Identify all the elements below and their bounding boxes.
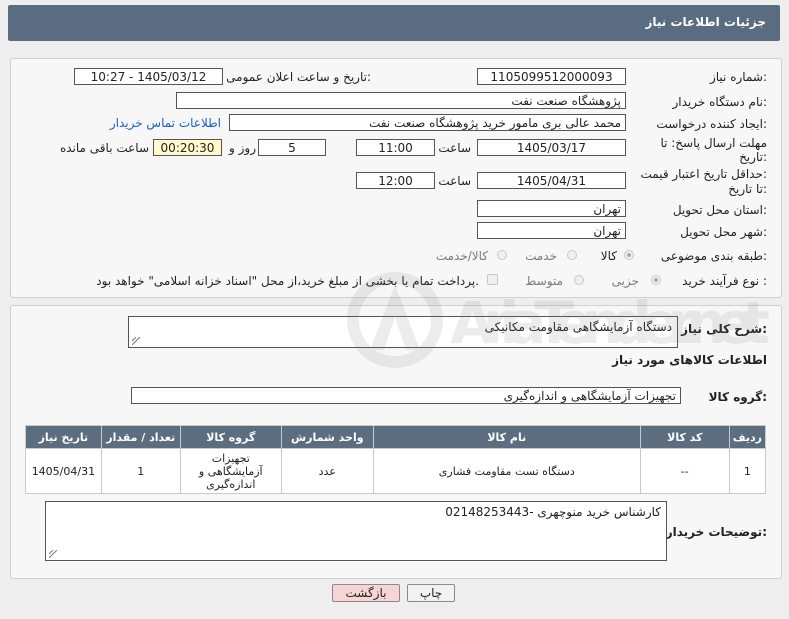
category-radio-goods[interactable] [624,250,634,260]
purchase-option-medium: متوسط [525,274,563,288]
need-number-label: شماره نیاز: [709,70,767,84]
validity-date-field: 1405/04/31 [477,172,626,189]
validity-time-label: ساعت [438,174,471,188]
category-radio-goods-service[interactable] [497,250,507,260]
validity-label: حداقل تاریخ اعتبار قیمت: [640,167,767,181]
days-field: 5 [258,139,326,156]
cell-unit: عدد [280,448,374,494]
page-title: جزئیات اطلاعات نیاز [645,15,766,29]
announce-datetime-label: تاریخ و ساعت اعلان عمومی: [226,70,371,84]
province-field: تهران [477,200,626,217]
validity-label-date: تا تاریخ: [728,182,767,196]
goods-group-label: گروه کالا: [708,390,767,404]
col-header-row: ردیف [728,425,767,449]
cell-name: دستگاه تست مقاومت فشاری [372,448,641,494]
treasury-note: پرداخت تمام یا بخشی از مبلغ خرید،از محل … [96,274,479,288]
deadline-time-field: 11:00 [356,139,435,156]
col-header-group: گروه کالا [179,425,282,449]
city-label: شهر محل تحویل: [680,225,767,239]
deadline-label-date: تاریخ: [739,150,767,164]
buyer-notes-textarea: کارشناس خرید منوچهری -02148253443 [45,501,667,561]
col-header-date: تاریخ نیاز [25,425,102,449]
purchase-radio-minor[interactable] [651,275,661,285]
purchase-radio-medium[interactable] [574,275,584,285]
page-header: جزئیات اطلاعات نیاز [8,5,780,41]
deadline-label: مهلت ارسال پاسخ: تا [660,136,767,150]
table-header-row: ردیف کد کالا نام کالا واحد شمارش گروه کا… [25,425,767,449]
goods-group-field: تجهیزات آزمایشگاهی و اندازه‌گیری [131,387,681,404]
city-field: تهران [477,222,626,239]
validity-time-field: 12:00 [356,172,435,189]
buyer-notes-label: توضیحات خریدار: [665,525,767,539]
resize-grip-icon [132,337,140,345]
resize-grip-icon [49,550,57,558]
col-header-qty: تعداد / مقدار [100,425,181,449]
buyer-org-label: نام دستگاه خریدار: [672,95,768,109]
creator-label: ایجاد کننده درخواست: [656,117,767,131]
back-button[interactable]: بازگشت [332,584,400,602]
province-label: استان محل تحویل: [672,203,767,217]
purchase-type-label: نوع فرآیند خرید : [682,274,767,288]
summary-textarea: دستگاه آزمایشگاهی مقاومت مکانیکی [128,316,678,348]
buyer-notes-text: کارشناس خرید منوچهری -02148253443 [445,505,661,519]
announce-datetime-field: 1405/03/12 - 10:27 [74,68,223,85]
cell-date: 1405/04/31 [25,448,102,494]
print-button[interactable]: چاپ [407,584,455,602]
summary-text: دستگاه آزمایشگاهی مقاومت مکانیکی [484,320,672,334]
category-option-goods-service: کالا/خدمت [435,249,488,263]
goods-table: ردیف کد کالا نام کالا واحد شمارش گروه کا… [25,425,767,494]
category-option-service: خدمت [525,249,557,263]
remaining-time-field: 00:20:30 [153,139,222,156]
table-row: 1 -- دستگاه تست مقاومت فشاری عدد تجهیزات… [25,448,767,494]
remaining-time-label: ساعت باقی مانده [59,141,149,155]
need-number-field: 1105099512000093 [477,68,626,85]
treasury-checkbox[interactable] [487,274,498,285]
days-label: روز و [229,141,256,155]
summary-label: شرح کلی نیاز: [681,322,767,336]
cell-group: تجهیزات آزمایشگاهی و اندازه‌گیری [179,448,282,494]
cell-code: -- [639,448,730,494]
col-header-name: نام کالا [372,425,641,449]
purchase-option-minor: جزیی [611,274,639,288]
cell-row: 1 [728,448,767,494]
deadline-date-field: 1405/03/17 [477,139,626,156]
category-label: طبقه بندی موضوعی: [660,249,767,263]
goods-info-title: اطلاعات کالاهای مورد نیاز [612,353,767,367]
buyer-org-field: پژوهشگاه صنعت نفت [176,92,626,109]
cell-qty: 1 [100,448,181,494]
deadline-time-label: ساعت [438,141,471,155]
buyer-contact-link[interactable]: اطلاعات تماس خریدار [110,116,221,130]
category-option-goods: کالا [600,249,617,263]
col-header-code: کد کالا [639,425,730,449]
category-radio-service[interactable] [567,250,577,260]
creator-field: محمد عالی بری مامور خرید پژوهشگاه صنعت ن… [229,114,626,131]
col-header-unit: واحد شمارش [280,425,374,449]
